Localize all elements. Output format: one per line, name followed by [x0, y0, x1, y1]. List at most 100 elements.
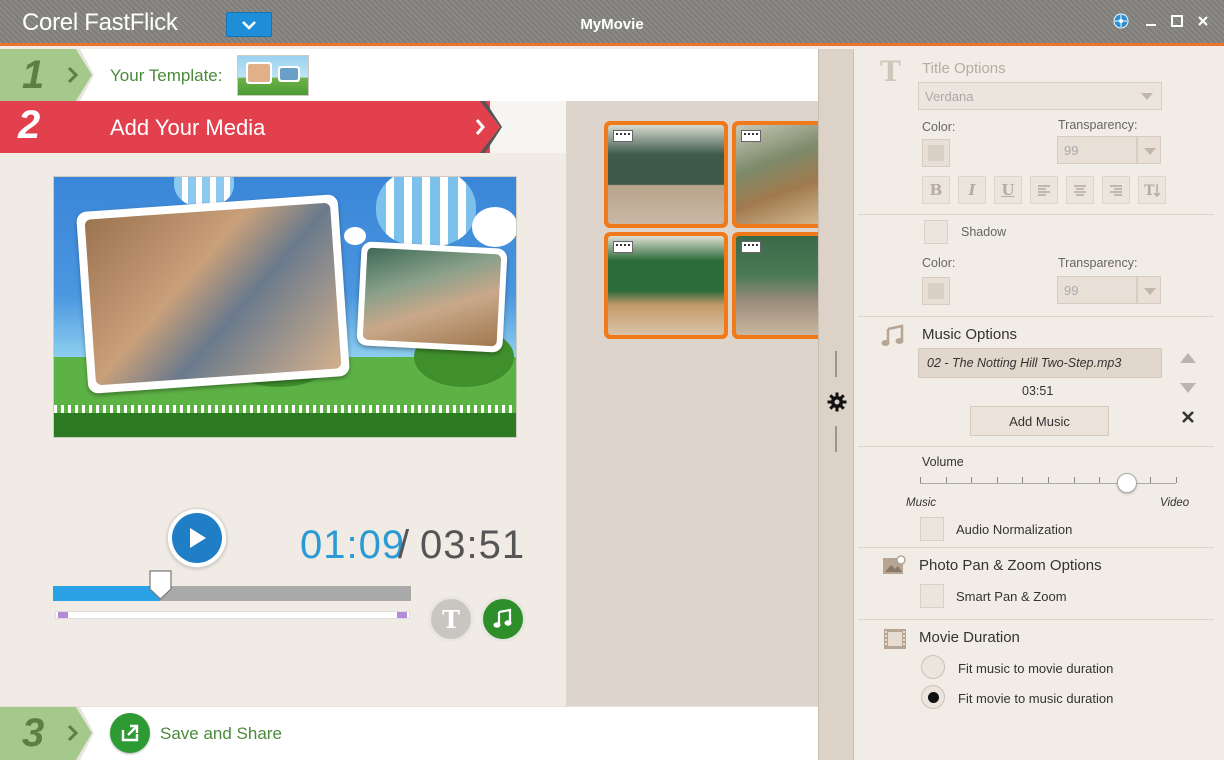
title-transparency-spinner[interactable]: [1137, 136, 1161, 164]
media-clip[interactable]: [604, 232, 728, 339]
splitter-grip-bottom[interactable]: [835, 426, 837, 452]
move-up-icon[interactable]: [1180, 353, 1196, 363]
volume-music-label: Music: [906, 497, 937, 509]
movie-duration-header: Movie Duration: [919, 629, 1020, 646]
gear-icon[interactable]: [827, 392, 847, 412]
template-photo: [246, 62, 272, 84]
step3-badge: 3: [0, 707, 70, 760]
template-thumbnail[interactable]: [237, 55, 309, 96]
fit-movie-radio[interactable]: [921, 685, 945, 709]
volume-slider[interactable]: [920, 483, 1176, 484]
dropdown-arrow-icon: [1141, 93, 1153, 100]
media-clip[interactable]: [732, 232, 818, 339]
remove-music-icon[interactable]: [1181, 410, 1195, 424]
save-share-button[interactable]: [110, 713, 150, 753]
scrub-track[interactable]: [53, 586, 411, 601]
template-photo-small: [278, 66, 300, 82]
align-left-button[interactable]: [1030, 176, 1058, 204]
shadow-color-swatch[interactable]: [922, 277, 950, 305]
volume-tick: [1048, 477, 1049, 483]
scrub-progress: [53, 586, 161, 601]
maximize-icon: [1171, 15, 1183, 27]
title-transparency-input[interactable]: 99: [1057, 136, 1137, 164]
bold-button[interactable]: B: [922, 176, 950, 204]
title-track[interactable]: [55, 611, 410, 619]
volume-tick: [920, 477, 921, 483]
divider: [858, 316, 1214, 317]
preview-window[interactable]: [53, 176, 517, 438]
music-track-item[interactable]: 02 - The Notting Hill Two-Step.mp3: [918, 348, 1162, 378]
scrub-handle[interactable]: [148, 569, 173, 601]
music-note-icon: [493, 608, 512, 628]
volume-tick: [996, 477, 998, 483]
align-right-button[interactable]: [1102, 176, 1130, 204]
underline-button[interactable]: U: [994, 176, 1022, 204]
align-center-icon: [1074, 185, 1086, 196]
fit-movie-label: Fit movie to music duration: [958, 691, 1114, 706]
title-transparency-label: Transparency:: [1058, 118, 1138, 132]
radio-dot: [927, 691, 939, 703]
minimize-button[interactable]: [1142, 12, 1160, 30]
text-direction-icon: T: [1144, 183, 1161, 198]
volume-handle[interactable]: [1117, 473, 1138, 493]
ground: [54, 413, 516, 437]
smart-pan-zoom-checkbox[interactable]: [920, 584, 944, 608]
title-color-swatch[interactable]: [922, 139, 950, 167]
media-clip[interactable]: [732, 121, 818, 228]
video-clip-icon: [741, 241, 761, 253]
film-strip-icon: [884, 629, 906, 649]
volume-tick: [945, 477, 947, 483]
music-note-icon: [881, 324, 904, 346]
shadow-color-label: Color:: [922, 256, 956, 270]
cloud-small: [344, 227, 366, 245]
panel-splitter[interactable]: [818, 49, 854, 760]
font-dropdown[interactable]: Verdana: [918, 82, 1162, 110]
fit-music-radio[interactable]: [921, 655, 945, 679]
globe-icon: [1113, 13, 1129, 29]
video-clip-icon: [613, 241, 633, 253]
add-title-button[interactable]: T: [428, 596, 474, 642]
step1-bar[interactable]: 1 Your Template:: [0, 49, 818, 101]
align-left-icon: [1038, 185, 1050, 196]
title-track-end-marker[interactable]: [397, 612, 407, 618]
divider: [858, 619, 1214, 620]
app-menu-button[interactable]: [226, 12, 272, 37]
align-center-button[interactable]: [1066, 176, 1094, 204]
shadow-transparency-spinner[interactable]: [1137, 276, 1161, 304]
close-button[interactable]: [1194, 12, 1212, 30]
close-icon: [1198, 16, 1208, 26]
shadow-transparency-input[interactable]: 99: [1057, 276, 1137, 304]
maximize-button[interactable]: [1168, 12, 1186, 30]
photo-frame-secondary: [356, 241, 508, 353]
audio-normalization-label: Audio Normalization: [956, 522, 1073, 537]
help-button[interactable]: [1112, 12, 1130, 30]
step3-bar[interactable]: 3 Save and Share: [0, 706, 818, 760]
play-icon: [190, 528, 206, 548]
shadow-checkbox[interactable]: [924, 220, 948, 244]
photo-main: [84, 202, 342, 386]
title-options-icon: T: [880, 55, 901, 88]
media-clip[interactable]: [604, 121, 728, 228]
step3-number: 3: [22, 711, 45, 755]
add-music-button[interactable]: Add Music: [970, 406, 1109, 436]
audio-normalization-checkbox[interactable]: [920, 517, 944, 541]
title-options-header: Title Options: [922, 60, 1006, 77]
title-track-start-marker[interactable]: [58, 612, 68, 618]
italic-button[interactable]: I: [958, 176, 986, 204]
step3-label[interactable]: Save and Share: [160, 724, 282, 744]
move-down-icon[interactable]: [1180, 383, 1196, 393]
volume-tick: [1073, 477, 1075, 483]
divider: [858, 547, 1214, 548]
play-button[interactable]: [167, 508, 227, 568]
app-name: Corel FastFlick: [22, 9, 178, 36]
music-button[interactable]: [480, 596, 526, 642]
splitter-grip-top[interactable]: [835, 351, 837, 377]
step2-bar[interactable]: 2 Add Your Media: [0, 101, 490, 153]
preview-panel: 01:09 / 03:51 T: [0, 153, 566, 706]
workflow-area: 1 Your Template: 2 Add Your Media 01:09 …: [0, 49, 818, 760]
text-direction-button[interactable]: T: [1138, 176, 1166, 204]
step1-arrow-icon: [66, 49, 94, 101]
cloud: [472, 207, 516, 247]
current-time: 01:09: [300, 523, 406, 567]
dropdown-arrow-icon: [1144, 288, 1156, 295]
